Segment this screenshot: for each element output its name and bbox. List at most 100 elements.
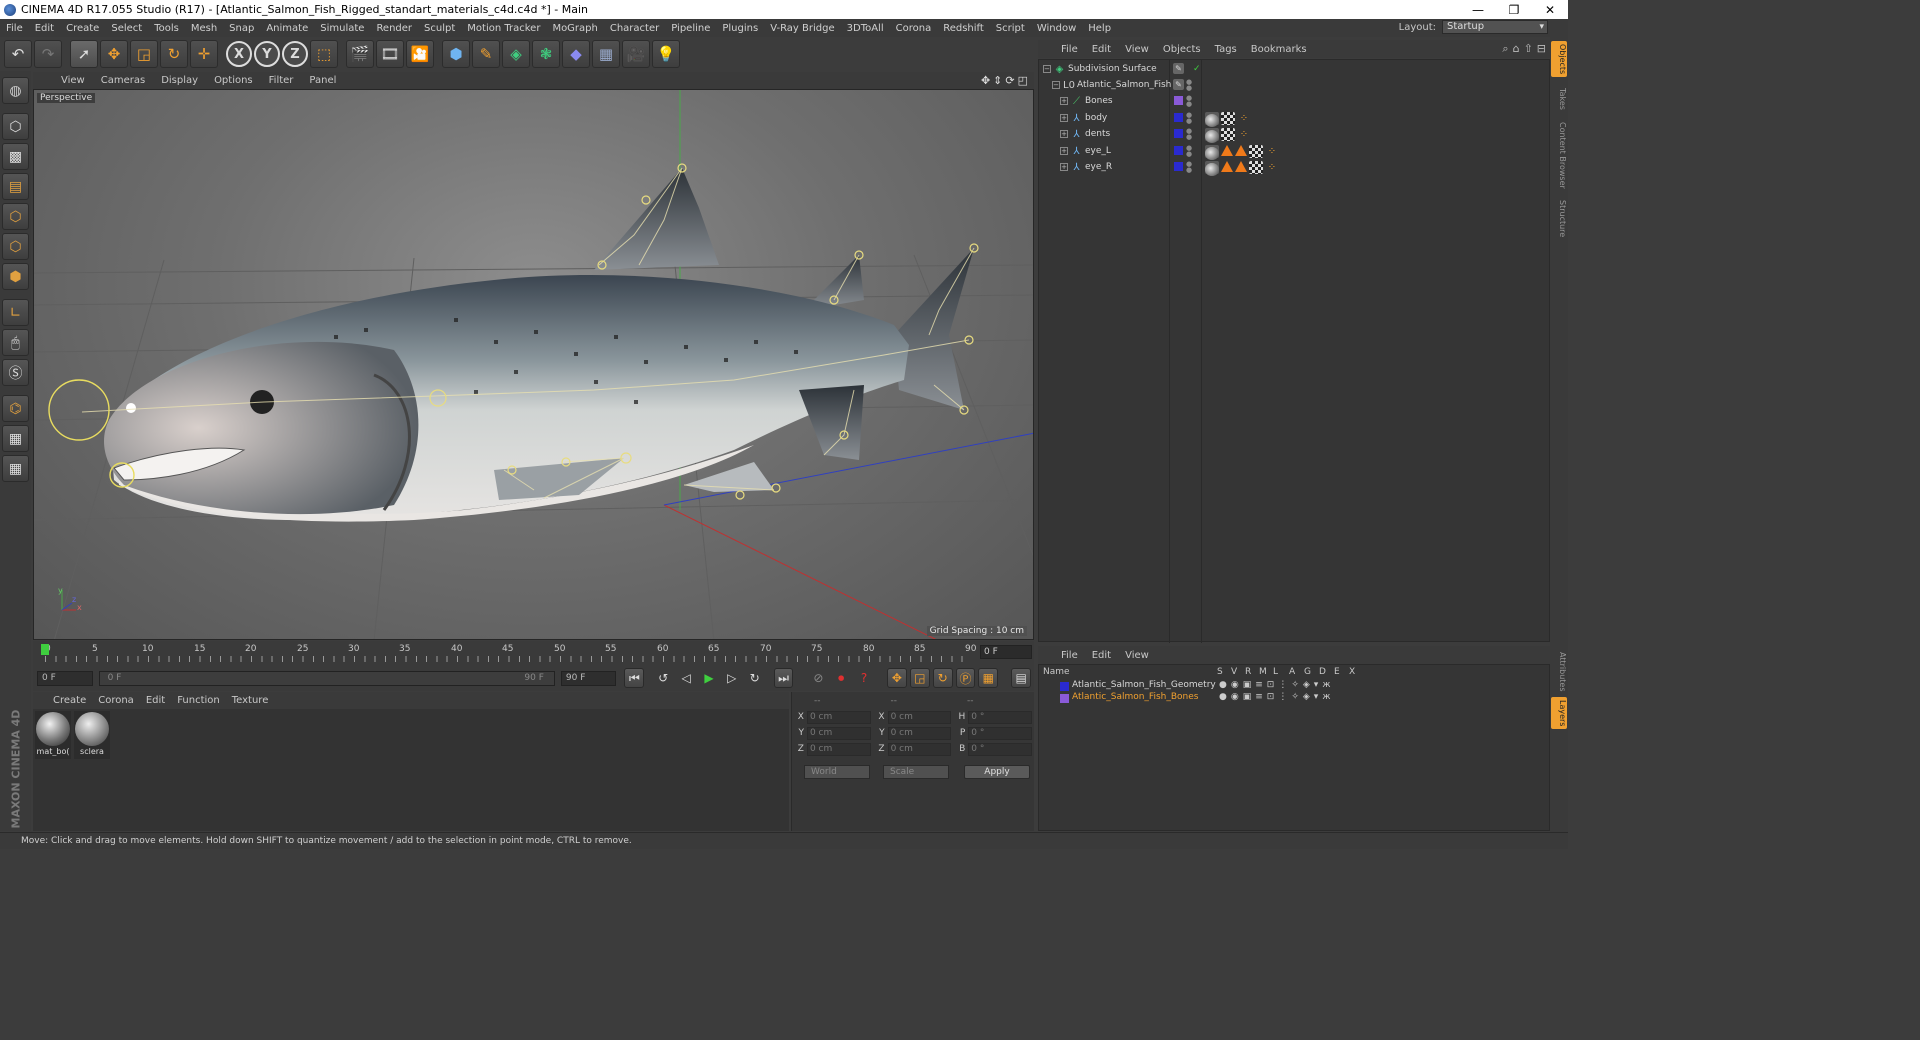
rotation-h-field[interactable]: 0 ° (968, 710, 1032, 724)
snap-button[interactable]: ⌬ (2, 395, 29, 422)
selection-tag-icon[interactable] (1221, 144, 1233, 156)
generator-icon[interactable]: ✧ (1291, 692, 1299, 702)
recent-tool-button[interactable]: ✛ (190, 40, 218, 68)
menu-redshift[interactable]: Redshift (937, 23, 990, 34)
coordinate-system-button[interactable]: ⬚ (310, 40, 338, 68)
coordinate-space-dropdown[interactable]: World (804, 765, 870, 779)
timeline-window-button[interactable]: ▤ (1011, 668, 1032, 688)
visibility-dots[interactable]: ● ● (1186, 128, 1192, 141)
object-row-atlantic-salmon[interactable]: − L0 Atlantic_Salmon_Fish ✎ ● ● (1039, 77, 1549, 93)
menu-edit[interactable]: Edit (29, 23, 60, 34)
go-to-next-key-button[interactable]: ↻ (745, 668, 765, 688)
viewport-menu-panel[interactable]: Panel (301, 75, 344, 86)
camera-button[interactable]: 🎥 (622, 40, 650, 68)
search-icon[interactable]: ⌕ (1502, 42, 1508, 56)
key-rotation-button[interactable]: ↻ (932, 668, 953, 688)
position-y-field[interactable]: 0 cm (806, 726, 871, 740)
menu-character[interactable]: Character (604, 23, 665, 34)
object-row-dents[interactable]: + ⅄ dents ●● ✦ ⁘ (1039, 126, 1549, 143)
solo-dot-icon[interactable]: ● (1219, 680, 1227, 690)
obj-menu-file[interactable]: File (1054, 44, 1085, 55)
go-to-prev-frame-button[interactable]: ◁ (676, 668, 696, 688)
texture-tag-icon[interactable] (1249, 144, 1263, 158)
obj-menu-tags[interactable]: Tags (1208, 44, 1244, 55)
manager-icon[interactable]: ≡ (1255, 692, 1263, 702)
menu-vray-bridge[interactable]: V-Ray Bridge (764, 23, 840, 34)
salmon-model[interactable] (48, 163, 979, 522)
manager-icon[interactable]: ≡ (1255, 680, 1263, 690)
menu-sculpt[interactable]: Sculpt (418, 23, 461, 34)
texture-mode-button[interactable]: ▩ (2, 143, 29, 170)
head-bone-controller[interactable] (48, 379, 110, 441)
material-swatch[interactable]: sclera (74, 711, 110, 759)
object-row-bones[interactable]: + ⟋ Bones ● ● (1039, 93, 1549, 109)
workplane-align-button[interactable]: ▦ (2, 455, 29, 482)
render-clapper-icon[interactable]: ▣ (1243, 692, 1252, 702)
visibility-dots[interactable]: ● ● (1186, 79, 1192, 92)
apply-button[interactable]: Apply (964, 765, 1030, 779)
render-picture-viewer-button[interactable]: 🎞 (376, 40, 404, 68)
tab-content-browser[interactable]: Content Browser (1551, 119, 1567, 192)
current-frame-field[interactable]: 0 F (37, 670, 93, 686)
menu-plugins[interactable]: Plugins (716, 23, 764, 34)
expand-toggle[interactable]: + (1060, 97, 1068, 105)
menu-file[interactable]: File (0, 23, 29, 34)
up-arrow-icon[interactable]: ⇧ (1524, 42, 1533, 56)
key-pla-button[interactable]: ▦ (978, 668, 999, 688)
viewport-menu-cameras[interactable]: Cameras (93, 75, 153, 86)
viewport-menu-filter[interactable]: Filter (261, 75, 302, 86)
obj-menu-objects[interactable]: Objects (1156, 44, 1208, 55)
tweak-mode-button[interactable]: 🖱 (2, 329, 29, 356)
subdivision-surface-button[interactable]: ◈ (502, 40, 530, 68)
collapse-toggle[interactable]: − (1043, 65, 1051, 73)
weight-tag-icon[interactable]: ⁘ (1265, 145, 1279, 158)
autokey-button[interactable]: ⏺ (831, 668, 851, 688)
z-axis-lock-button[interactable]: Z (282, 41, 308, 67)
expand-toggle[interactable]: + (1060, 130, 1068, 138)
cloner-button[interactable]: ❃ (532, 40, 560, 68)
weight-tag-icon[interactable]: ⁘ (1237, 112, 1251, 125)
menu-corona[interactable]: Corona (890, 23, 938, 34)
expand-toggle[interactable]: + (1060, 114, 1068, 122)
render-settings-button[interactable]: 🎦 (406, 40, 434, 68)
layer-menu-file[interactable]: File (1054, 650, 1085, 661)
keyframe-selection-button[interactable]: ? (854, 668, 874, 688)
timeline-ruler[interactable]: 0 5 10 15 20 25 30 35 40 45 50 55 60 65 … (33, 641, 1034, 665)
menu-window[interactable]: Window (1031, 23, 1082, 34)
view-eye-icon[interactable]: ◉ (1231, 680, 1239, 690)
maximize-view-icon[interactable]: ◰ (1018, 74, 1028, 87)
menu-script[interactable]: Script (990, 23, 1031, 34)
close-button[interactable]: ✕ (1532, 0, 1568, 19)
render-view-button[interactable]: 🎬 (346, 40, 374, 68)
lock-icon[interactable]: ⊡ (1267, 692, 1275, 702)
layer-color-swatch[interactable] (1174, 113, 1183, 122)
texture-tag-icon[interactable] (1221, 127, 1235, 141)
viewport-camera-label[interactable]: Perspective (37, 93, 96, 103)
new-window-icon[interactable]: ⊟ (1537, 42, 1546, 56)
menu-create[interactable]: Create (60, 23, 105, 34)
restore-button[interactable]: ❐ (1496, 0, 1532, 19)
redo-button[interactable]: ↷ (34, 40, 62, 68)
mat-menu-texture[interactable]: Texture (226, 695, 275, 706)
xref-icon[interactable]: ж (1322, 680, 1330, 690)
menu-pipeline[interactable]: Pipeline (665, 23, 716, 34)
menu-tools[interactable]: Tools (148, 23, 185, 34)
rotation-b-field[interactable]: 0 ° (968, 742, 1032, 756)
xref-icon[interactable]: ж (1322, 692, 1330, 702)
range-slider[interactable]: 0 F 90 F (98, 670, 555, 686)
size-mode-dropdown[interactable]: Scale (883, 765, 949, 779)
weight-tag-icon[interactable]: ⁘ (1265, 161, 1279, 174)
viewport-menu-options[interactable]: Options (206, 75, 261, 86)
expression-icon[interactable]: ▾ (1314, 680, 1319, 690)
layer-row-geometry[interactable]: Atlantic_Salmon_Fish_Geometry ● ◉ ▣ ≡ ⊡ … (1039, 680, 1549, 692)
menu-animate[interactable]: Animate (260, 23, 314, 34)
size-y-field[interactable]: 0 cm (887, 726, 952, 740)
position-z-field[interactable]: 0 cm (806, 742, 871, 756)
playhead-marker[interactable] (41, 644, 49, 655)
max-frame-field[interactable]: 90 F (560, 670, 617, 686)
material-swatch[interactable]: mat_bo( (35, 711, 71, 759)
menu-mograph[interactable]: MoGraph (546, 23, 603, 34)
play-button[interactable]: ▶ (699, 668, 719, 688)
rotation-p-field[interactable]: 0 ° (968, 726, 1032, 740)
cube-object-button[interactable]: ⬢ (442, 40, 470, 68)
